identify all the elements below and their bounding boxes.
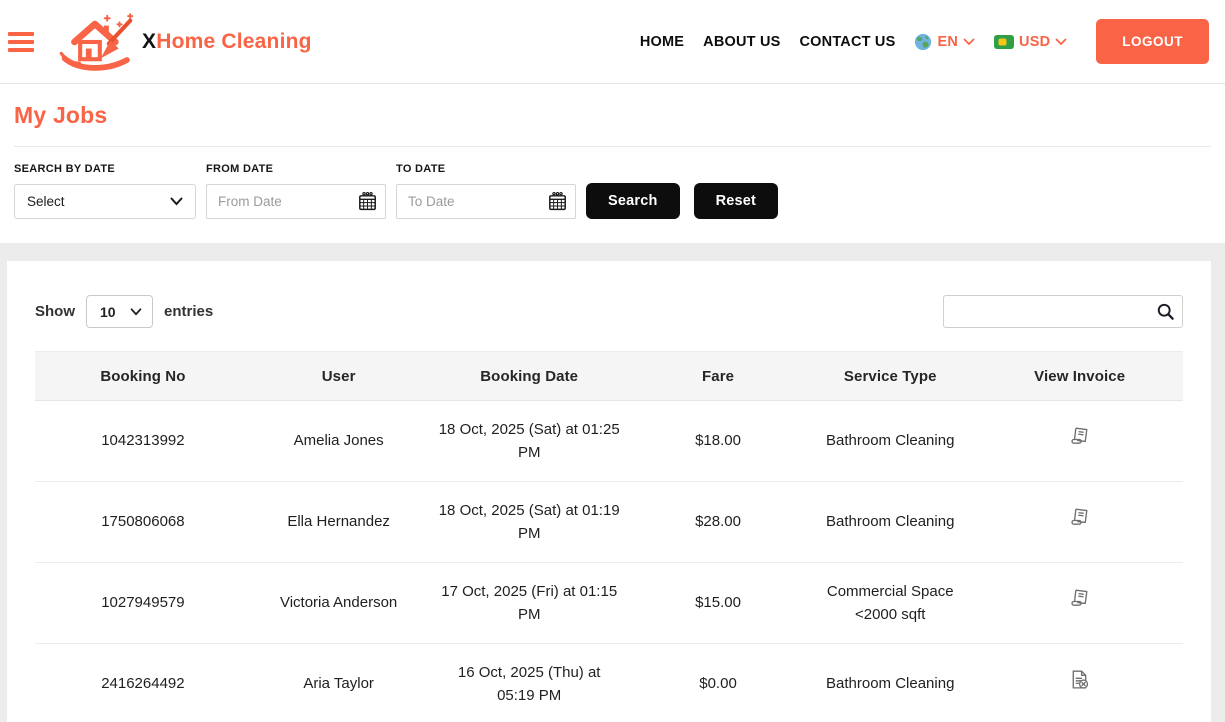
search-by-date-select[interactable]: Select bbox=[14, 184, 196, 219]
fare-cell: $28.00 bbox=[631, 481, 805, 563]
table-row: 1027949579 Victoria Anderson 17 Oct, 202… bbox=[35, 562, 1183, 644]
currency-label: USD bbox=[1019, 33, 1051, 50]
booking-date-cell: 17 Oct, 2025 (Fri) at 01:15 PM bbox=[426, 562, 632, 644]
page-size-value: 10 bbox=[100, 303, 116, 320]
calendar-icon[interactable] bbox=[357, 191, 378, 217]
chevron-down-icon bbox=[170, 197, 183, 206]
booking-no-cell: 1027949579 bbox=[35, 562, 251, 644]
booking-date-cell: 16 Oct, 2025 (Thu) at 05:19 PM bbox=[426, 643, 632, 722]
receipt-invoice-icon bbox=[1071, 508, 1088, 526]
globe-icon bbox=[914, 33, 932, 51]
receipt-invoice-icon bbox=[1071, 427, 1088, 445]
hamburger-menu-icon[interactable] bbox=[8, 31, 34, 52]
user-cell: Amelia Jones bbox=[250, 400, 427, 482]
entries-label: entries bbox=[164, 303, 214, 320]
language-label: EN bbox=[937, 33, 959, 50]
from-date-label: FROM DATE bbox=[206, 163, 274, 175]
nav-about-us[interactable]: ABOUT US bbox=[703, 34, 780, 50]
search-button[interactable]: Search bbox=[586, 183, 680, 219]
language-dropdown[interactable]: EN bbox=[914, 33, 975, 51]
service-type-cell: Bathroom Cleaning bbox=[804, 400, 977, 482]
currency-flag-icon bbox=[994, 34, 1015, 49]
booking-date-cell: 18 Oct, 2025 (Sat) at 01:19 PM bbox=[426, 481, 632, 563]
booking-no-cell: 2416264492 bbox=[35, 643, 251, 722]
col-service-type: Service Type bbox=[804, 351, 977, 401]
view-invoice-button[interactable] bbox=[1068, 587, 1091, 611]
nav-home[interactable]: HOME bbox=[640, 34, 684, 50]
currency-dropdown[interactable]: USD bbox=[994, 34, 1067, 50]
user-cell: Victoria Anderson bbox=[250, 562, 427, 644]
view-invoice-button[interactable] bbox=[1068, 425, 1091, 449]
table-header-row: Booking No User Booking Date Fare Servic… bbox=[35, 351, 1183, 401]
service-type-cell: Bathroom Cleaning bbox=[804, 481, 977, 563]
receipt-invoice-icon bbox=[1071, 589, 1088, 607]
view-invoice-button[interactable] bbox=[1068, 668, 1091, 692]
to-date-label: TO DATE bbox=[396, 163, 446, 175]
chevron-down-icon bbox=[963, 38, 975, 46]
nav-contact-us[interactable]: CONTACT US bbox=[800, 34, 896, 50]
title-divider bbox=[14, 146, 1211, 147]
my-jobs-section: My Jobs SEARCH BY DATE Select FROM DATE bbox=[0, 84, 1225, 243]
service-type-cell: Commercial Space <2000 sqft bbox=[804, 562, 977, 644]
search-icon[interactable] bbox=[1156, 302, 1175, 326]
col-booking-no: Booking No bbox=[35, 351, 251, 401]
table-row: 1042313992 Amelia Jones 18 Oct, 2025 (Sa… bbox=[35, 400, 1183, 482]
user-cell: Aria Taylor bbox=[250, 643, 427, 722]
top-header: XHome Cleaning HOME ABOUT US CONTACT US … bbox=[0, 0, 1225, 84]
search-by-date-label: SEARCH BY DATE bbox=[14, 163, 115, 175]
chevron-down-icon bbox=[130, 307, 142, 316]
table-row: 2416264492 Aria Taylor 16 Oct, 2025 (Thu… bbox=[35, 643, 1183, 722]
reset-button[interactable]: Reset bbox=[693, 183, 779, 219]
jobs-table: Booking No User Booking Date Fare Servic… bbox=[35, 351, 1183, 722]
booking-no-cell: 1042313992 bbox=[35, 400, 251, 482]
fare-cell: $15.00 bbox=[631, 562, 805, 644]
table-search-input[interactable] bbox=[943, 295, 1183, 328]
logout-button[interactable]: LOGOUT bbox=[1096, 19, 1209, 64]
col-fare: Fare bbox=[631, 351, 805, 401]
booking-date-cell: 18 Oct, 2025 (Sat) at 01:25 PM bbox=[426, 400, 632, 482]
user-cell: Ella Hernandez bbox=[250, 481, 427, 563]
service-type-cell: Bathroom Cleaning bbox=[804, 643, 977, 722]
page-size-select[interactable]: 10 bbox=[86, 295, 153, 328]
view-invoice-button[interactable] bbox=[1068, 506, 1091, 530]
brand-name: XHome Cleaning bbox=[142, 29, 312, 53]
col-view-invoice: View Invoice bbox=[976, 351, 1183, 401]
brand-logo[interactable]: XHome Cleaning bbox=[58, 12, 312, 72]
col-booking-date: Booking Date bbox=[426, 351, 632, 401]
show-label: Show bbox=[35, 303, 75, 320]
search-by-date-value: Select bbox=[27, 194, 65, 209]
main-nav: HOME ABOUT US CONTACT US EN USD LOGOUT bbox=[640, 19, 1209, 64]
page-title: My Jobs bbox=[14, 102, 108, 128]
fare-cell: $18.00 bbox=[631, 400, 805, 482]
invoice-cancelled-icon bbox=[1072, 670, 1089, 690]
calendar-icon[interactable] bbox=[547, 191, 568, 217]
booking-no-cell: 1750806068 bbox=[35, 481, 251, 563]
fare-cell: $0.00 bbox=[631, 643, 805, 722]
table-row: 1750806068 Ella Hernandez 18 Oct, 2025 (… bbox=[35, 481, 1183, 563]
col-user: User bbox=[250, 351, 427, 401]
jobs-table-card: Show 10 entries Booking No User Booking … bbox=[7, 261, 1211, 722]
filter-bar: SEARCH BY DATE Select FROM DATE From Dat… bbox=[14, 163, 1211, 219]
chevron-down-icon bbox=[1055, 38, 1067, 46]
home-cleaning-logo-icon bbox=[58, 12, 140, 72]
